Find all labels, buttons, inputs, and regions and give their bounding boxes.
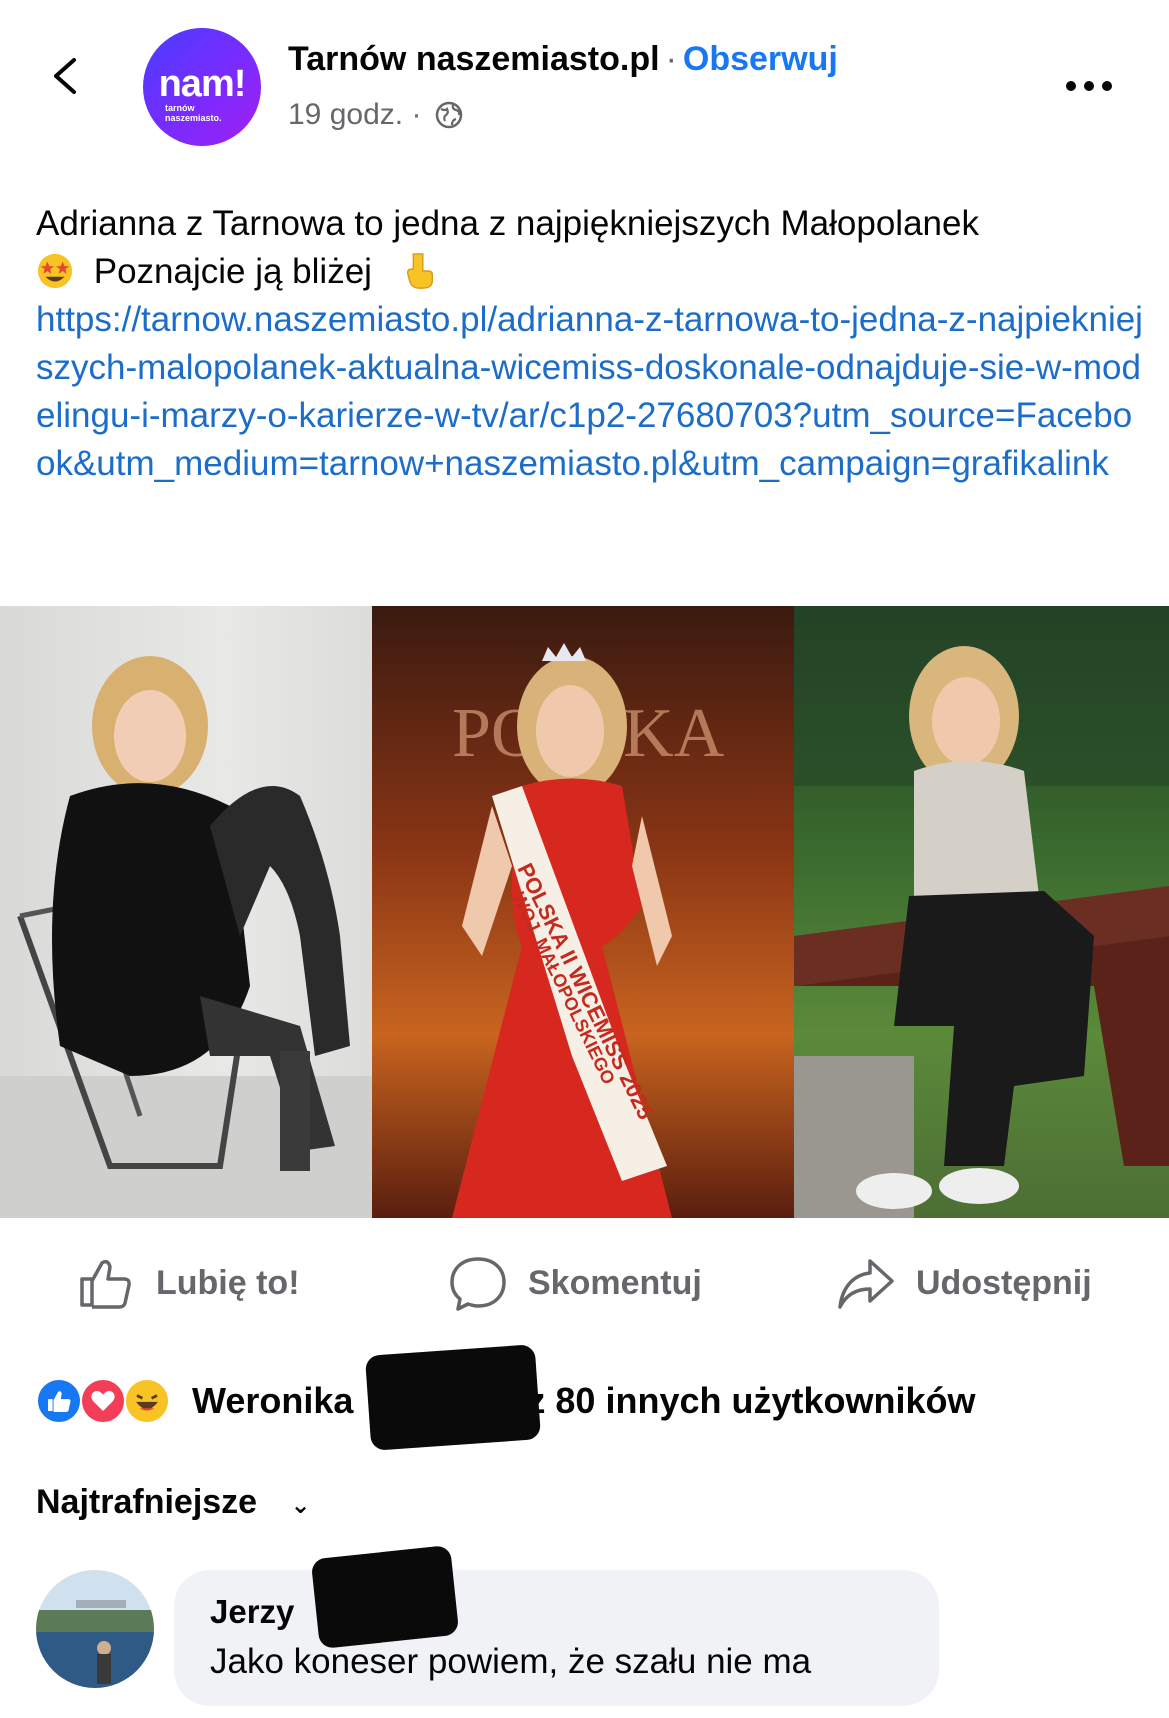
share-button[interactable]: Udostępnij: [836, 1248, 1092, 1318]
post-time[interactable]: 19 godz.: [288, 98, 403, 131]
comment-icon: [450, 1257, 506, 1311]
sort-label: Najtrafniejsze: [36, 1483, 258, 1521]
comment-label: Skomentuj: [528, 1263, 702, 1302]
comment-button[interactable]: Skomentuj: [448, 1248, 702, 1318]
redaction-mark: [310, 1544, 460, 1650]
photo-park[interactable]: [794, 606, 1169, 1218]
park-photo-illustration: [794, 606, 1169, 1218]
page-title-row: Tarnów naszemiasto.pl · Obserwuj: [288, 40, 838, 79]
post-action-bar: Lubię to! Skomentuj Udostępnij: [0, 1248, 1169, 1318]
page-avatar[interactable]: nam! tarnów naszemiasto.: [143, 28, 261, 146]
post-meta: 19 godz. ·: [288, 98, 464, 132]
more-icon[interactable]: [1066, 78, 1126, 98]
like-label: Lubię to!: [156, 1263, 300, 1302]
follow-button[interactable]: Obserwuj: [683, 40, 838, 78]
comments-sort-dropdown[interactable]: Najtrafniejsze ⌄: [36, 1483, 311, 1522]
post-link[interactable]: https://tarnow.naszemiasto.pl/adrianna-z…: [36, 296, 1146, 488]
post-text-line1: Adrianna z Tarnowa to jedna z najpięknie…: [36, 204, 979, 243]
pageant-photo-illustration: POLSKA POLSKA II WICEMISS 2025 WOJ. MAŁO…: [452, 643, 725, 1218]
photo-studio[interactable]: [0, 606, 372, 1218]
share-label: Udostępnij: [916, 1263, 1092, 1302]
reaction-icons: [36, 1378, 186, 1424]
page-name-link[interactable]: Tarnów naszemiasto.pl: [288, 40, 660, 78]
separator: ·: [665, 40, 677, 78]
chevron-down-icon: ⌄: [290, 1492, 311, 1519]
globe-icon: [435, 101, 463, 129]
pointing-down-emoji-icon: [406, 253, 433, 289]
logo-small-text: tarnów naszemiasto.: [165, 103, 222, 123]
haha-reaction-icon: [124, 1378, 170, 1424]
redaction-mark: [364, 1344, 542, 1451]
post-photo-collage[interactable]: POLSKA POLSKA II WICEMISS 2025 WOJ. MAŁO…: [0, 606, 1169, 1218]
meta-dot: ·: [411, 98, 422, 131]
studio-photo-illustration: [0, 656, 372, 1218]
avatar-illustration: [36, 1570, 154, 1688]
post-text: Adrianna z Tarnowa to jedna z najpięknie…: [36, 200, 1136, 296]
comment-author[interactable]: Jerzy: [210, 1593, 294, 1631]
photo-pageant[interactable]: POLSKA POLSKA II WICEMISS 2025 WOJ. MAŁO…: [372, 606, 794, 1218]
comment-bubble[interactable]: [174, 1570, 939, 1706]
like-icon: [80, 1259, 131, 1309]
back-arrow-icon[interactable]: [48, 58, 84, 94]
reaction-rest: oraz 80 innych użytkowników: [471, 1380, 976, 1421]
like-reaction-icon: [36, 1378, 82, 1424]
logo-word: nam!: [158, 63, 247, 105]
star-struck-emoji-icon: [37, 253, 73, 289]
reaction-name: Weronika: [192, 1380, 354, 1421]
share-icon: [838, 1259, 894, 1309]
love-reaction-icon: [80, 1378, 126, 1424]
comment-text: Jako koneser powiem, że szału nie ma: [210, 1642, 812, 1681]
like-button[interactable]: Lubię to!: [76, 1248, 300, 1318]
post-text-line2: Poznajcie ją bliżej: [93, 252, 372, 291]
comment-avatar[interactable]: [36, 1570, 154, 1688]
